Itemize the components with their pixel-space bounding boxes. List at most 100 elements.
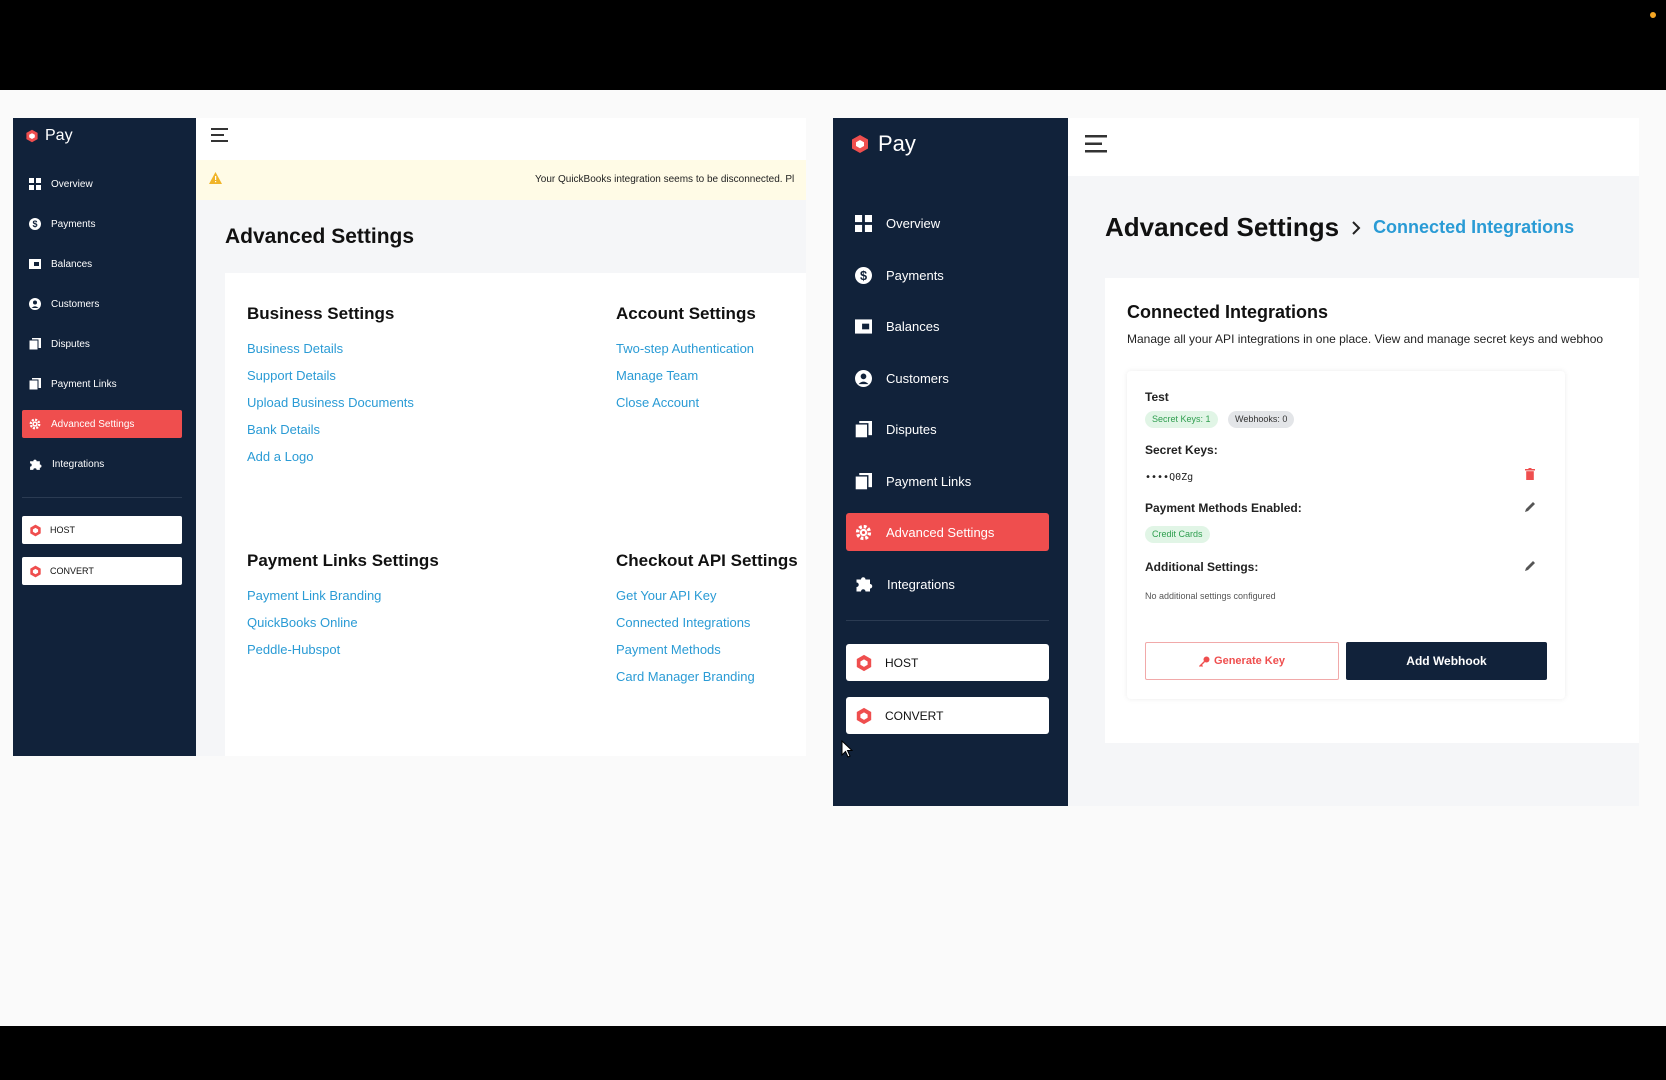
link-peddle-hubspot[interactable]: Peddle-Hubspot xyxy=(247,642,340,657)
puzzle-icon xyxy=(30,459,42,470)
link-card-manager-branding[interactable]: Card Manager Branding xyxy=(616,669,755,684)
sidebar-item-payments[interactable]: $ Payments xyxy=(846,256,1049,294)
breadcrumb-current: Connected Integrations xyxy=(1373,217,1575,237)
quickbooks-alert-banner: Your QuickBooks integration seems to be … xyxy=(196,160,806,200)
page-title: Advanced Settings xyxy=(225,225,415,248)
sidebar-item-label: Balances xyxy=(886,318,940,334)
pencil-icon[interactable] xyxy=(1525,501,1536,512)
documents-icon xyxy=(29,378,41,390)
connected-integrations-card: Connected Integrations Manage all your A… xyxy=(1105,278,1639,743)
user-circle-icon xyxy=(855,369,872,387)
brand-name: Pay xyxy=(878,131,916,156)
sidebar-item-label: Advanced Settings xyxy=(886,524,995,540)
documents-icon xyxy=(29,338,41,350)
add-webhook-label: Add Webhook xyxy=(1406,654,1487,668)
svg-text:$: $ xyxy=(860,267,867,282)
host-button[interactable]: HOST xyxy=(846,644,1049,681)
link-two-step-authentication[interactable]: Two-step Authentication xyxy=(616,341,754,356)
pay-logo-icon xyxy=(26,129,38,143)
sidebar-item-label: Payment Links xyxy=(886,473,972,489)
settings-card: Business Settings Business Details Suppo… xyxy=(225,273,806,756)
link-connected-integrations[interactable]: Connected Integrations xyxy=(616,615,750,630)
recording-indicator xyxy=(1650,12,1656,18)
chevron-right-icon xyxy=(1352,220,1361,235)
link-bank-details[interactable]: Bank Details xyxy=(247,422,320,437)
card-description: Manage all your API integrations in one … xyxy=(1127,332,1604,346)
sidebar-item-disputes[interactable]: Disputes xyxy=(846,410,1049,448)
advanced-settings-screen: Pay Overview $ Payments Balances Custome… xyxy=(13,118,806,756)
documents-icon xyxy=(855,472,872,490)
convert-button[interactable]: CONVERT xyxy=(846,697,1049,734)
alert-message: Your QuickBooks integration seems to be … xyxy=(535,174,795,185)
dollar-icon: $ xyxy=(29,218,41,230)
link-manage-team[interactable]: Manage Team xyxy=(616,368,698,383)
gear-icon xyxy=(855,524,872,540)
sidebar-item-label: Payments xyxy=(51,218,96,230)
grid-icon xyxy=(29,178,41,190)
connected-integrations-screen: Pay Overview $ Payments Balances Custome… xyxy=(833,118,1639,806)
sidebar-item-label: Disputes xyxy=(51,338,90,350)
generate-key-label: Generate Key xyxy=(1214,655,1285,667)
sidebar-item-customers[interactable]: Customers xyxy=(846,359,1049,397)
sidebar-item-integrations[interactable]: Integrations xyxy=(22,450,182,478)
trash-icon[interactable] xyxy=(1525,468,1535,480)
brand-logo[interactable]: Pay xyxy=(850,131,916,157)
generate-key-button[interactable]: Generate Key xyxy=(1145,642,1339,680)
host-label: HOST xyxy=(50,525,76,535)
svg-text:$: $ xyxy=(32,219,37,229)
sidebar-item-payments[interactable]: $ Payments xyxy=(22,210,182,238)
convert-label: CONVERT xyxy=(885,708,944,723)
sidebar-item-label: Integrations xyxy=(52,458,105,470)
brand-logo[interactable]: Pay xyxy=(25,127,73,145)
key-icon xyxy=(1199,656,1210,667)
convert-logo-icon xyxy=(30,565,41,577)
user-circle-icon xyxy=(29,298,41,310)
sidebar-item-label: Advanced Settings xyxy=(51,418,135,430)
link-close-account[interactable]: Close Account xyxy=(616,395,699,410)
sidebar-item-advanced-settings[interactable]: Advanced Settings xyxy=(846,513,1049,551)
sidebar-item-balances[interactable]: Balances xyxy=(846,307,1049,345)
sidebar-item-label: Balances xyxy=(51,258,93,270)
sidebar-item-payment-links[interactable]: Payment Links xyxy=(22,370,182,398)
add-webhook-button[interactable]: Add Webhook xyxy=(1346,642,1547,680)
breadcrumb-parent[interactable]: Advanced Settings xyxy=(1105,212,1339,243)
link-payment-methods[interactable]: Payment Methods xyxy=(616,642,721,657)
documents-icon xyxy=(855,420,872,438)
pencil-icon[interactable] xyxy=(1525,560,1536,571)
link-support-details[interactable]: Support Details xyxy=(247,368,336,383)
host-button[interactable]: HOST xyxy=(22,516,182,544)
sidebar-item-customers[interactable]: Customers xyxy=(22,290,182,318)
sidebar-item-overview[interactable]: Overview xyxy=(846,204,1049,242)
wallet-icon xyxy=(29,259,41,269)
link-upload-business-documents[interactable]: Upload Business Documents xyxy=(247,395,414,410)
sidebar-item-balances[interactable]: Balances xyxy=(22,250,182,278)
sidebar-item-overview[interactable]: Overview xyxy=(22,170,182,198)
link-business-details[interactable]: Business Details xyxy=(247,341,343,356)
sidebar-item-advanced-settings[interactable]: Advanced Settings xyxy=(22,410,182,438)
host-label: HOST xyxy=(885,655,919,670)
pay-logo-icon xyxy=(852,135,868,153)
card-title: Connected Integrations xyxy=(1127,302,1329,322)
link-get-your-api-key[interactable]: Get Your API Key xyxy=(616,588,716,603)
menu-icon[interactable] xyxy=(211,128,228,142)
sidebar-item-label: Disputes xyxy=(886,421,937,437)
wallet-icon xyxy=(855,318,872,334)
payment-method-badge: Credit Cards xyxy=(1145,526,1210,543)
payment-methods-label: Payment Methods Enabled: xyxy=(1145,501,1302,515)
dollar-icon: $ xyxy=(855,266,872,284)
mouse-cursor-icon xyxy=(841,740,853,758)
menu-icon[interactable] xyxy=(1085,135,1107,153)
sidebar-item-payment-links[interactable]: Payment Links xyxy=(846,462,1049,500)
convert-label: CONVERT xyxy=(50,566,94,576)
additional-settings-label: Additional Settings: xyxy=(1145,560,1259,574)
convert-button[interactable]: CONVERT xyxy=(22,557,182,585)
link-add-a-logo[interactable]: Add a Logo xyxy=(247,449,314,464)
host-logo-icon xyxy=(856,654,872,671)
section-title-business: Business Settings xyxy=(247,304,395,323)
link-quickbooks-online[interactable]: QuickBooks Online xyxy=(247,615,358,630)
host-logo-icon xyxy=(30,524,41,536)
sidebar-item-integrations[interactable]: Integrations xyxy=(846,565,1049,603)
sidebar-item-label: Payment Links xyxy=(51,378,117,390)
sidebar-item-disputes[interactable]: Disputes xyxy=(22,330,182,358)
link-payment-link-branding[interactable]: Payment Link Branding xyxy=(247,588,381,603)
